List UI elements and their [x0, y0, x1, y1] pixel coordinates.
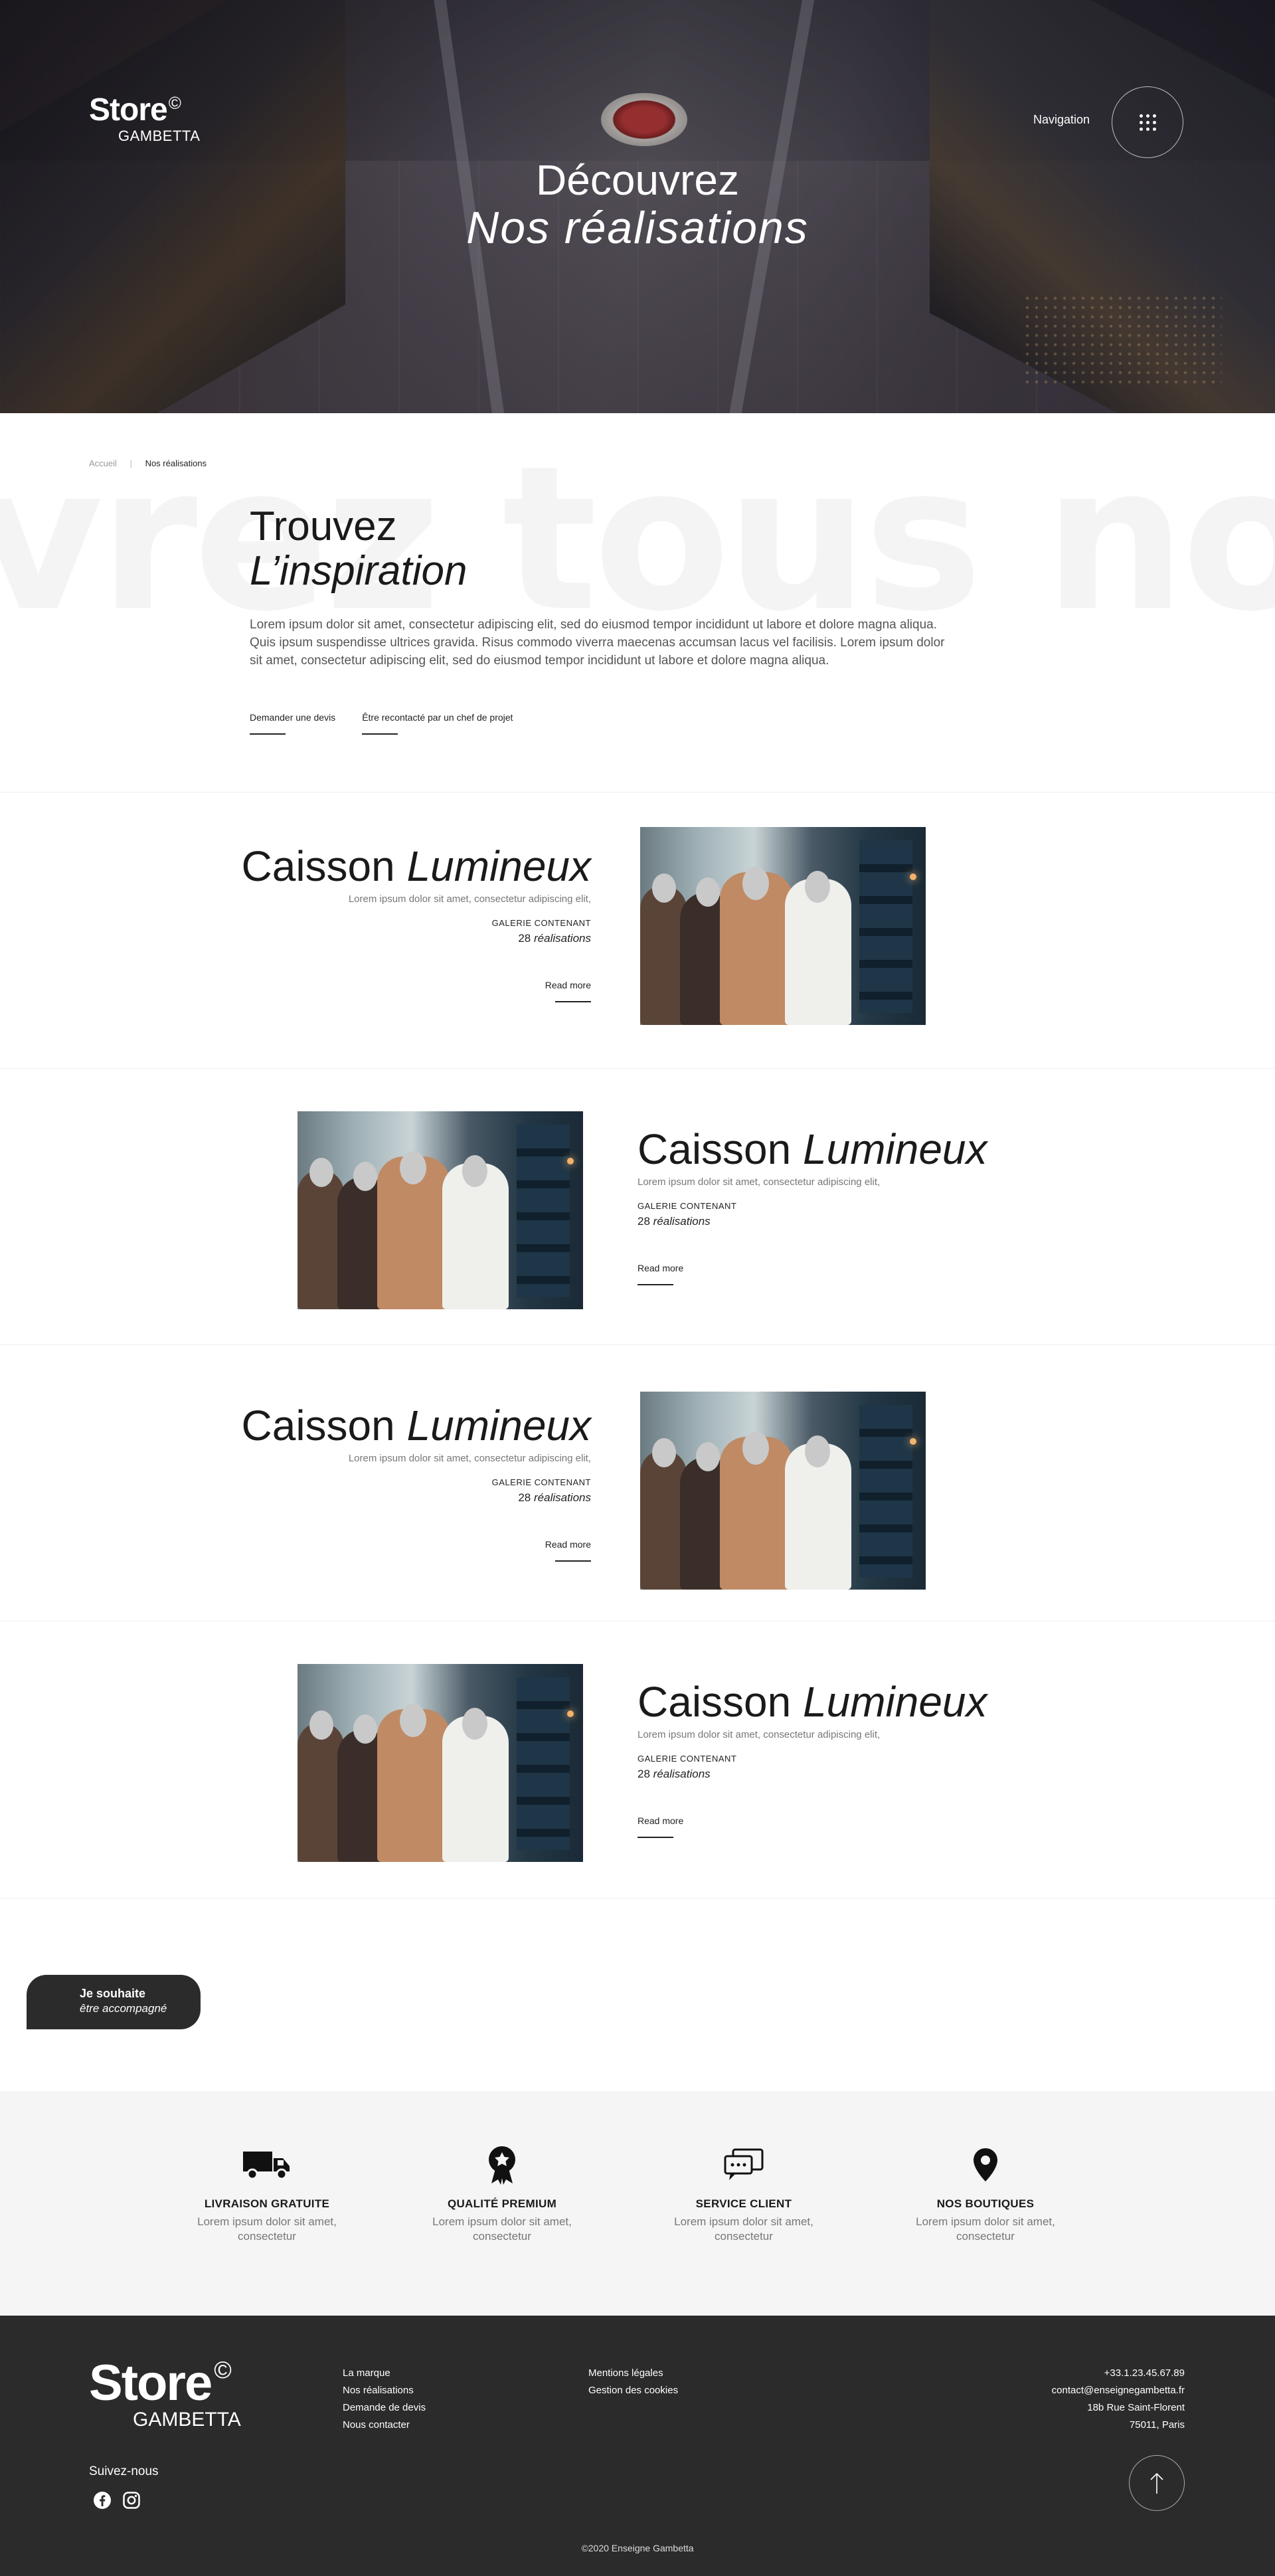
gallery-item-count: 28 réalisations [638, 1768, 711, 1781]
footer-contact: +33.1.23.45.67.89 contact@enseignegambet… [1052, 2365, 1185, 2434]
gallery-item-subtitle: Lorem ipsum dolor sit amet, consectetur … [348, 1453, 591, 1465]
gallery-item-count: 28 réalisations [518, 932, 591, 945]
footer-link-legal-notice[interactable]: Mentions légales [588, 2365, 678, 2382]
gallery-item-photo[interactable] [298, 1111, 583, 1309]
features-section: LIVRAISON GRATUITE Lorem ipsum dolor sit… [0, 2091, 1275, 2316]
footer-links-primary: La marque Nos réalisations Demande de de… [343, 2365, 426, 2434]
background-text: vrez tous nos mé [0, 423, 1275, 655]
arrow-up-icon [1150, 2472, 1163, 2494]
feature-text: Lorem ipsum dolor sit amet, consectetur [197, 2215, 337, 2243]
intro-title: Trouvez L’inspiration [250, 504, 468, 595]
gallery-item: Caisson Lumineux Lorem ipsum dolor sit a… [0, 1345, 1275, 1621]
hero-banner: Store© GAMBETTA Navigation Découvrez Nos… [0, 0, 1275, 413]
footer-link-contact[interactable]: Nous contacter [343, 2417, 426, 2434]
request-quote-link[interactable]: Demander une devis [250, 712, 335, 735]
hero-title: Découvrez Nos réalisations [466, 156, 809, 254]
feature-title: QUALITÉ PREMIUM [447, 2197, 557, 2210]
feature-item: NOS BOUTIQUES Lorem ipsum dolor sit amet… [899, 2144, 1072, 2244]
intro-paragraph: Lorem ipsum dolor sit amet, consectetur … [250, 618, 945, 668]
map-pin-icon [974, 2148, 997, 2181]
gallery-item-title: Caisson Lumineux [241, 1402, 592, 1449]
accompaniment-cta-button[interactable]: Je souhaite être accompagné [27, 1975, 201, 2029]
breadcrumb-home-link[interactable]: Accueil [89, 458, 117, 468]
read-more-link[interactable]: Read more [638, 1263, 683, 1286]
gallery-item-count: 28 réalisations [638, 1215, 711, 1228]
grid-menu-icon [1139, 114, 1156, 131]
gallery-item-title: Caisson Lumineux [638, 1678, 987, 1726]
gallery-item-subtitle: Lorem ipsum dolor sit amet, consectetur … [638, 1176, 881, 1188]
feature-text: Lorem ipsum dolor sit amet, consectetur [432, 2215, 572, 2243]
intro-links: Demander une devis Être recontacté par u… [250, 712, 513, 735]
intro-section: vrez tous nos mé Accueil | Nos réalisati… [0, 413, 1275, 792]
read-more-link[interactable]: Read more [638, 1815, 683, 1839]
follow-us-label: Suivez-nous [89, 2464, 159, 2478]
gallery-item-title: Caisson Lumineux [241, 842, 592, 890]
gallery-item-subtitle: Lorem ipsum dolor sit amet, consectetur … [638, 1729, 881, 1741]
gallery-item-label: GALERIE CONTENANT [491, 1477, 591, 1488]
read-more-link[interactable]: Read more [545, 1539, 592, 1562]
gallery-item-photo[interactable] [640, 1392, 926, 1590]
gallery-item-photo[interactable] [298, 1664, 583, 1862]
gallery-item-subtitle: Lorem ipsum dolor sit amet, consectetur … [348, 893, 591, 905]
feature-title: SERVICE CLIENT [695, 2197, 792, 2210]
gallery-item: Caisson Lumineux Lorem ipsum dolor sit a… [0, 792, 1275, 1069]
site-footer: Store © GAMBETTA La marque Nos réalisatio… [0, 2316, 1275, 2576]
gallery-list: Caisson Lumineux Lorem ipsum dolor sit a… [0, 792, 1275, 1898]
award-icon [489, 2146, 515, 2185]
breadcrumb-current: Nos réalisations [145, 458, 207, 468]
footer-link-realisations[interactable]: Nos réalisations [343, 2382, 426, 2399]
navigation-label[interactable]: Navigation [1033, 113, 1090, 127]
chat-icon [724, 2148, 764, 2180]
feature-item: LIVRAISON GRATUITE Lorem ipsum dolor sit… [181, 2144, 353, 2244]
footer-link-cookies[interactable]: Gestion des cookies [588, 2382, 678, 2399]
footer-phone[interactable]: +33.1.23.45.67.89 [1052, 2365, 1185, 2382]
feature-item: QUALITÉ PREMIUM Lorem ipsum dolor sit am… [416, 2144, 588, 2244]
read-more-link[interactable]: Read more [545, 980, 592, 1003]
gallery-item-count: 28 réalisations [518, 1491, 591, 1505]
feature-title: LIVRAISON GRATUITE [204, 2197, 330, 2210]
feature-title: NOS BOUTIQUES [936, 2197, 1035, 2210]
copyright-text: ©2020 Enseigne Gambetta [581, 2543, 694, 2553]
gallery-item-title: Caisson Lumineux [638, 1125, 987, 1173]
breadcrumb: Accueil | Nos réalisations [89, 458, 207, 468]
footer-email[interactable]: contact@enseignegambetta.fr [1052, 2382, 1185, 2399]
footer-link-brand[interactable]: La marque [343, 2365, 426, 2382]
scroll-to-top-button[interactable] [1129, 2455, 1185, 2511]
cta-section: Je souhaite être accompagné [0, 1898, 1275, 2091]
gallery-item-label: GALERIE CONTENANT [638, 1754, 737, 1764]
truck-icon [243, 2152, 290, 2180]
gallery-item: Caisson Lumineux Lorem ipsum dolor sit a… [0, 1621, 1275, 1898]
footer-link-quote[interactable]: Demande de devis [343, 2399, 426, 2417]
footer-street: 18b Rue Saint-Florent [1087, 2402, 1185, 2413]
social-links [93, 2491, 141, 2510]
gallery-item-label: GALERIE CONTENANT [638, 1201, 737, 1212]
feature-text: Lorem ipsum dolor sit amet, consectetur [916, 2215, 1055, 2243]
site-logo[interactable]: Store© GAMBETTA [89, 94, 200, 145]
footer-links-legal: Mentions légales Gestion des cookies [588, 2365, 678, 2399]
instagram-icon[interactable] [122, 2491, 141, 2510]
gallery-item-label: GALERIE CONTENANT [491, 918, 591, 929]
navigation-menu-button[interactable] [1112, 86, 1183, 158]
facebook-icon[interactable] [93, 2491, 112, 2510]
footer-city: 75011, Paris [1129, 2419, 1185, 2431]
feature-item: SERVICE CLIENT Lorem ipsum dolor sit ame… [657, 2144, 830, 2244]
footer-logo[interactable]: Store © GAMBETTA [89, 2358, 241, 2431]
gallery-item: Caisson Lumineux Lorem ipsum dolor sit a… [0, 1069, 1275, 1345]
gallery-item-photo[interactable] [640, 827, 926, 1025]
contact-project-manager-link[interactable]: Être recontacté par un chef de projet [362, 712, 513, 735]
feature-text: Lorem ipsum dolor sit amet, consectetur [674, 2215, 813, 2243]
